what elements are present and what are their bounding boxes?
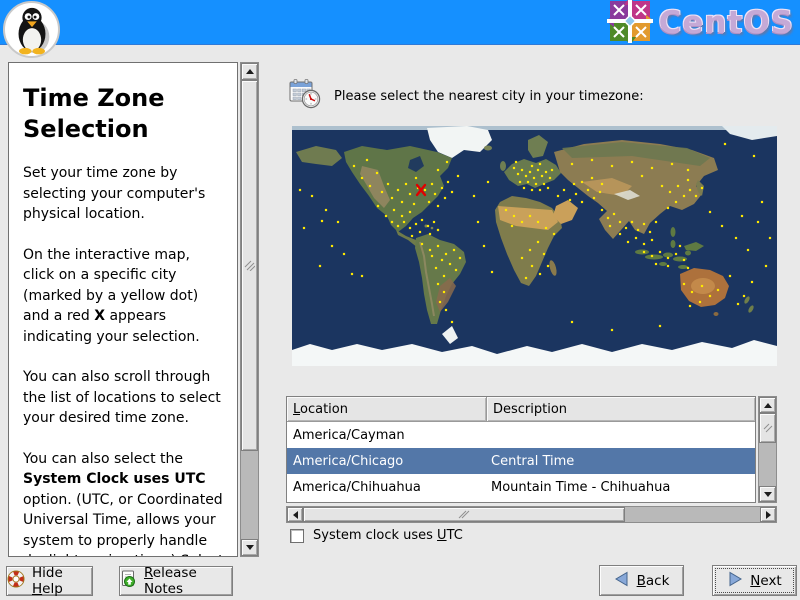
help-scroll-down-button[interactable]: [241, 539, 258, 556]
down-arrow-icon: [763, 491, 772, 497]
centos-star-icon: [605, 0, 654, 47]
help-title: Time Zone Selection: [23, 84, 165, 143]
right-arrow-icon: [765, 510, 771, 519]
cell-description: Central Time: [491, 453, 575, 469]
scroll-right-button[interactable]: [760, 507, 776, 522]
help-paragraph: You can also select the System Clock use…: [23, 450, 224, 557]
help-paragraph: You can also scroll through the list of …: [23, 369, 221, 426]
table-row[interactable]: America/Cayman: [287, 422, 755, 448]
help-paragraph: On the interactive map, click on a speci…: [23, 246, 200, 345]
table-row[interactable]: America/Chihuahua Mountain Time - Chihua…: [287, 474, 755, 500]
prompt-label: Please select the nearest city in your t…: [334, 88, 644, 104]
installer-window: CentOS Time Zone Selection Set your time…: [0, 0, 800, 600]
table-horizontal-scrollbar[interactable]: [286, 506, 777, 523]
help-panel: Time Zone Selection Set your time zone b…: [8, 62, 238, 557]
timezone-world-map[interactable]: [292, 126, 777, 366]
column-header-location[interactable]: Location: [287, 397, 487, 422]
cell-location: America/Chihuahua: [293, 479, 421, 495]
life-buoy-icon: [7, 570, 25, 592]
grip-icon: [244, 260, 255, 271]
table-header-row: Location Description: [287, 397, 755, 422]
help-scrollbar[interactable]: [240, 62, 259, 557]
table-scrollbar[interactable]: [758, 396, 777, 503]
prompt-row: Please select the nearest city in your t…: [288, 78, 644, 114]
brand-title: CentOS: [658, 4, 794, 41]
back-arrow-icon: [614, 571, 630, 591]
system-clock-utc-checkbox[interactable]: [290, 528, 304, 543]
cell-location: America/Chicago: [293, 453, 404, 469]
tux-logo-icon: [3, 1, 60, 58]
table-row[interactable]: America/Chicago Central Time: [287, 448, 755, 474]
up-arrow-icon: [763, 402, 772, 408]
left-arrow-icon: [292, 510, 298, 519]
centos-brand: CentOS: [605, 0, 794, 47]
grip-icon: [763, 423, 772, 433]
column-header-description[interactable]: Description: [487, 397, 755, 422]
down-arrow-icon: [245, 545, 254, 550]
calendar-clock-icon: [288, 78, 322, 114]
release-notes-icon: [120, 570, 137, 592]
utc-checkbox-label[interactable]: System clock uses UTC: [313, 528, 463, 543]
cell-description: Mountain Time - Chihuahua: [491, 479, 671, 495]
scroll-left-button[interactable]: [287, 507, 303, 522]
horizontal-scroll-thumb[interactable]: [303, 507, 625, 522]
back-label: Back: [636, 572, 670, 589]
next-arrow-icon: [727, 571, 743, 591]
table-scroll-down-button[interactable]: [759, 486, 776, 502]
timezone-table: Location Description America/Cayman Amer…: [286, 396, 756, 503]
help-scroll-up-button[interactable]: [241, 63, 258, 80]
help-scroll-thumb[interactable]: [241, 80, 258, 451]
release-notes-button[interactable]: Release Notes: [119, 565, 233, 597]
utc-option-row: System clock uses UTC: [290, 528, 463, 543]
grip-icon: [458, 510, 470, 519]
hide-help-label: Hide Help: [32, 565, 63, 597]
help-paragraph: Set your time zone by selecting your com…: [23, 165, 206, 222]
hide-help-button[interactable]: Hide Help: [6, 565, 93, 597]
table-scroll-up-button[interactable]: [759, 397, 776, 413]
table-scroll-thumb[interactable]: [759, 413, 776, 443]
release-notes-label: Release Notes: [144, 565, 197, 597]
up-arrow-icon: [245, 69, 254, 74]
next-button[interactable]: Next: [712, 565, 797, 596]
back-button[interactable]: Back: [599, 565, 684, 596]
cell-location: America/Cayman: [293, 427, 405, 443]
next-label: Next: [750, 572, 782, 589]
